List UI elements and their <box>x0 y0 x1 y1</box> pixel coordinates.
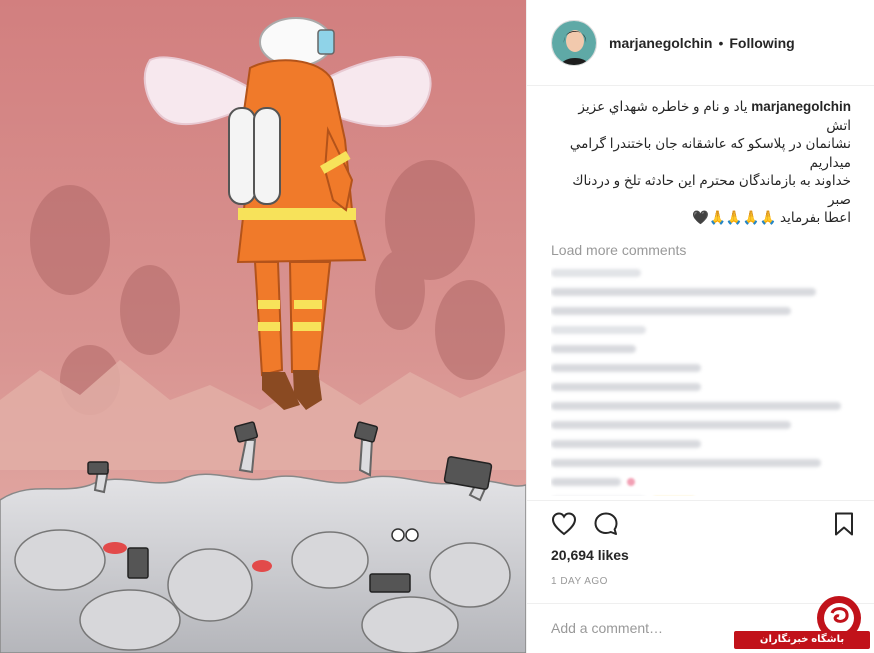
speech-bubble-icon[interactable] <box>593 511 619 537</box>
avatar[interactable] <box>551 19 597 66</box>
add-comment-input[interactable]: Add a comment… <box>551 620 663 636</box>
post-image[interactable] <box>0 0 526 653</box>
blurred-comment-line <box>551 439 701 448</box>
blurred-comment-line <box>551 363 701 372</box>
instagram-post: marjanegolchin • Following marjanegolchi… <box>0 0 874 653</box>
blurred-comment-line <box>551 420 791 429</box>
firefighter-cartoon-illustration <box>0 0 526 653</box>
heart-icon[interactable] <box>551 511 577 537</box>
post-timestamp: 1 DAY AGO <box>551 576 608 587</box>
post-header: marjanegolchin • Following <box>527 0 874 86</box>
caption-line-4: اعطا بفرمايد 🙏🙏🙏🙏🖤 <box>692 210 851 225</box>
comments-list: marjanegolchin ياد و نام و خاطره شهداي ع… <box>551 98 851 496</box>
blurred-comment-line <box>551 477 621 486</box>
post-actions: 20,694 likes 1 DAY AGO <box>527 500 874 587</box>
action-icons-row <box>551 511 857 537</box>
header-text: marjanegolchin • Following <box>609 35 795 51</box>
blurred-comment-line <box>551 382 701 391</box>
post-caption: marjanegolchin ياد و نام و خاطره شهداي ع… <box>551 98 851 228</box>
watermark-logo: باشگاه خبرنگاران <box>734 595 870 649</box>
blurred-comment-line <box>551 344 636 353</box>
caption-line-2: نشانمان در پلاسكو كه عاشقانه جان باختندر… <box>569 136 851 170</box>
post-sidebar: marjanegolchin • Following marjanegolchi… <box>526 0 874 653</box>
blurred-comments <box>551 268 851 497</box>
blurred-comment-line <box>551 268 641 277</box>
heart-emoji-icon <box>627 477 635 486</box>
load-more-comments-link[interactable]: Load more comments <box>551 242 851 258</box>
blurred-comment-line <box>551 458 821 467</box>
blurred-comment-row <box>551 477 851 486</box>
bookmark-icon[interactable] <box>831 511 857 537</box>
watermark-text: باشگاه خبرنگاران <box>734 631 870 649</box>
author-username[interactable]: marjanegolchin <box>609 35 712 51</box>
blurred-comment-line <box>551 325 646 334</box>
blurred-comment-line <box>551 401 841 410</box>
separator-dot: • <box>718 34 724 51</box>
likes-count[interactable]: 20,694 likes <box>551 547 629 563</box>
blurred-comment-line <box>551 287 816 296</box>
caption-line-3: خداوند به بازماندگان محترم اين حادثه تلخ… <box>572 173 851 207</box>
blurred-comment-line <box>551 306 791 315</box>
profile-photo-icon <box>552 20 596 65</box>
caption-username[interactable]: marjanegolchin <box>751 99 851 114</box>
following-button[interactable]: Following <box>729 35 794 51</box>
